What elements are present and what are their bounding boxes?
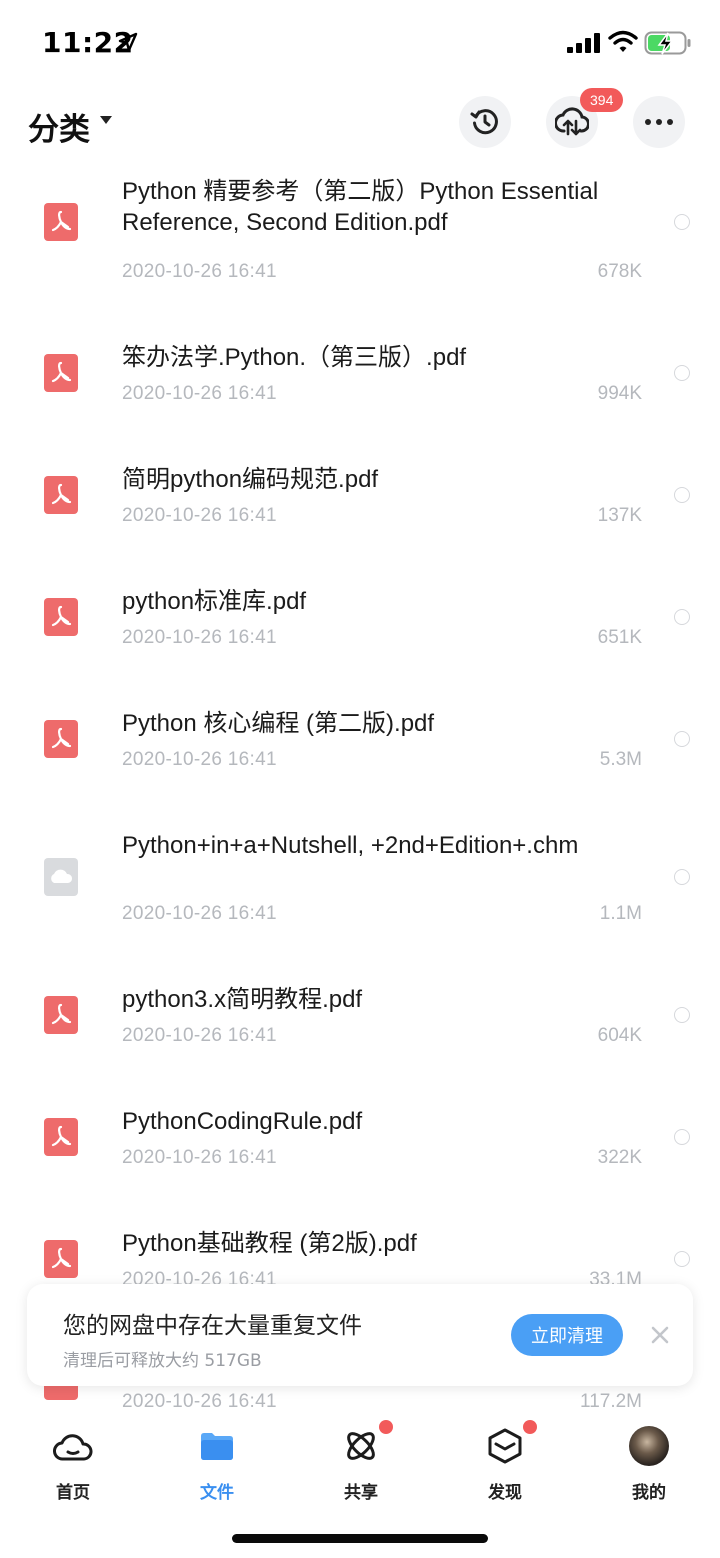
discover-box-icon xyxy=(488,1428,522,1464)
folder-icon xyxy=(201,1433,233,1460)
notification-dot xyxy=(379,1420,393,1434)
file-date: 2020-10-26 16:41 xyxy=(122,1025,277,1046)
file-date: 2020-10-26 16:41 xyxy=(122,261,277,282)
tab-bar: 首页 文件 共享 发现 我的 xyxy=(0,1416,720,1516)
tab-files[interactable]: 文件 xyxy=(167,1424,267,1504)
tab-home[interactable]: 首页 xyxy=(23,1424,123,1504)
file-size: 5.3M xyxy=(599,749,642,770)
close-icon[interactable] xyxy=(649,1324,671,1346)
file-date: 2020-10-26 16:41 xyxy=(122,749,277,770)
file-date: 2020-10-26 16:41 xyxy=(122,383,277,404)
more-button[interactable] xyxy=(633,96,685,148)
tab-label: 首页 xyxy=(56,1483,90,1503)
file-date: 2020-10-26 16:41 xyxy=(122,903,277,924)
pdf-file-icon xyxy=(44,1240,78,1278)
file-row[interactable]: 简明python编码规范.pdf 2020-10-26 16:41 137K xyxy=(0,432,720,554)
file-name: PythonCodingRule.pdf xyxy=(122,1108,363,1135)
pdf-file-icon xyxy=(44,476,78,514)
file-size: 604K xyxy=(597,1025,642,1046)
select-radio[interactable] xyxy=(674,609,690,625)
battery-charging-icon xyxy=(644,31,691,55)
avatar xyxy=(629,1426,669,1466)
transfer-count-badge: 394 xyxy=(580,88,624,112)
header: 分类 394 xyxy=(0,88,720,160)
tab-label: 我的 xyxy=(632,1483,666,1503)
pdf-file-icon xyxy=(44,203,78,241)
file-name: Python 精要参考（第二版）Python Essential Referen… xyxy=(122,178,599,236)
file-name: Python基础教程 (第2版).pdf xyxy=(122,1230,417,1257)
notice-subtitle: 清理后可释放大约 517GB xyxy=(63,1351,262,1371)
file-row[interactable]: python标准库.pdf 2020-10-26 16:41 651K xyxy=(0,554,720,676)
pdf-file-icon xyxy=(44,354,78,392)
file-size: 1.1M xyxy=(599,903,642,924)
file-date: 2020-10-26 16:41 xyxy=(122,505,277,526)
file-name: python标准库.pdf xyxy=(122,588,307,615)
select-radio[interactable] xyxy=(674,1251,690,1267)
file-size: 678K xyxy=(597,261,642,282)
file-name: 笨办法学.Python.（第三版）.pdf xyxy=(122,344,467,371)
share-orbit-icon xyxy=(347,1432,375,1460)
file-row[interactable]: Python 精要参考（第二版）Python Essential Referen… xyxy=(0,160,720,310)
file-row[interactable]: 笨办法学.Python.（第三版）.pdf 2020-10-26 16:41 9… xyxy=(0,310,720,432)
tab-label: 共享 xyxy=(344,1483,378,1503)
history-button[interactable] xyxy=(459,96,511,148)
unknown-file-icon xyxy=(44,858,78,896)
select-radio[interactable] xyxy=(674,487,690,503)
select-radio[interactable] xyxy=(674,214,690,230)
file-size: 322K xyxy=(597,1147,642,1168)
file-size: 994K xyxy=(597,383,642,404)
more-dots-icon xyxy=(645,119,673,125)
file-name: Python 核心编程 (第二版).pdf xyxy=(122,710,435,737)
pdf-file-icon xyxy=(44,598,78,636)
tab-share[interactable]: 共享 xyxy=(311,1420,411,1504)
select-radio[interactable] xyxy=(674,869,690,885)
home-indicator xyxy=(232,1534,488,1543)
status-bar: 11:22 xyxy=(0,0,720,88)
location-arrow-icon xyxy=(118,32,138,52)
file-name: python3.x简明教程.pdf xyxy=(122,986,363,1013)
notification-dot xyxy=(523,1420,537,1434)
cloud-transfer-icon xyxy=(555,107,589,136)
tab-label: 发现 xyxy=(488,1483,522,1503)
select-radio[interactable] xyxy=(674,731,690,747)
wifi-icon xyxy=(608,30,638,52)
tab-label: 文件 xyxy=(200,1483,234,1503)
category-title[interactable]: 分类 xyxy=(28,104,90,149)
pdf-file-icon xyxy=(44,996,78,1034)
clean-now-button[interactable]: 立即清理 xyxy=(511,1314,623,1356)
select-radio[interactable] xyxy=(674,365,690,381)
tab-me[interactable]: 我的 xyxy=(599,1424,699,1504)
history-clock-icon xyxy=(470,109,498,135)
file-date: 2020-10-26 16:41 xyxy=(122,1147,277,1168)
pdf-file-icon xyxy=(44,1118,78,1156)
file-name: 简明python编码规范.pdf xyxy=(122,466,379,493)
file-date: 2020-10-26 16:41 xyxy=(122,627,277,648)
cellular-signal-icon xyxy=(567,33,600,53)
file-size: 137K xyxy=(597,505,642,526)
caret-down-icon[interactable] xyxy=(99,115,113,125)
file-size: 117.2M xyxy=(580,1391,642,1412)
pdf-file-icon xyxy=(44,720,78,758)
file-row[interactable]: Python 核心编程 (第二版).pdf 2020-10-26 16:41 5… xyxy=(0,676,720,798)
select-radio[interactable] xyxy=(674,1007,690,1023)
duplicate-files-notice: 您的网盘中存在大量重复文件 清理后可释放大约 517GB 立即清理 xyxy=(27,1284,693,1386)
file-row[interactable]: Python+in+a+Nutshell, +2nd+Edition+.chm … xyxy=(0,798,720,952)
file-row[interactable]: PythonCodingRule.pdf 2020-10-26 16:41 32… xyxy=(0,1074,720,1196)
file-size: 651K xyxy=(597,627,642,648)
file-row[interactable]: python3.x简明教程.pdf 2020-10-26 16:41 604K xyxy=(0,952,720,1074)
file-name: Python+in+a+Nutshell, +2nd+Edition+.chm xyxy=(122,832,579,859)
notice-title: 您的网盘中存在大量重复文件 xyxy=(63,1313,362,1339)
home-cloud-icon xyxy=(53,1434,93,1461)
select-radio[interactable] xyxy=(674,1129,690,1145)
tab-discover[interactable]: 发现 xyxy=(455,1420,555,1504)
file-date: 2020-10-26 16:41 xyxy=(122,1391,277,1412)
